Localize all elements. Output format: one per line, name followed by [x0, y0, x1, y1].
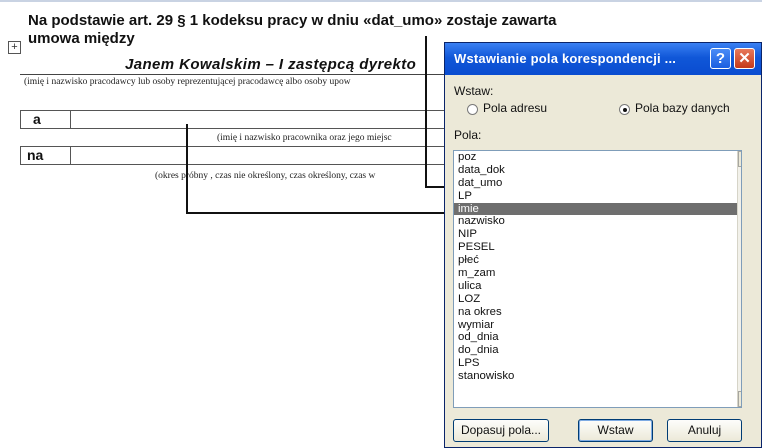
- field-list-item[interactable]: do_dnia: [454, 344, 738, 357]
- fields-list: poz data_dok dat_umo LP imie nazwisko NIP PESEL…: [454, 151, 738, 383]
- help-icon[interactable]: ?: [710, 48, 731, 69]
- scroll-down-icon[interactable]: ▼: [738, 391, 741, 407]
- employee-caption: (imię i nazwisko pracownika oraz jego mi…: [217, 133, 392, 143]
- field-list-item[interactable]: LPS: [454, 357, 738, 370]
- field-list-item[interactable]: płeć: [454, 254, 738, 267]
- field-list-item[interactable]: LP: [454, 190, 738, 203]
- fields-scrollbar[interactable]: ▲ ▼: [737, 151, 741, 407]
- field-list-item[interactable]: nazwisko: [454, 215, 738, 228]
- field-list-item[interactable]: wymiar: [454, 319, 738, 332]
- employee-name-cell[interactable]: [70, 110, 446, 129]
- dialog-title: Wstawianie pola korespondencji ...: [454, 51, 677, 66]
- contract-type-cell[interactable]: [70, 146, 446, 165]
- insert-label: Wstaw:: [454, 84, 494, 98]
- field-list-item[interactable]: na okres: [454, 306, 738, 319]
- close-icon[interactable]: ✕: [734, 48, 755, 69]
- fields-listbox[interactable]: poz data_dok dat_umo LP imie nazwisko NIP PESEL…: [453, 150, 742, 408]
- field-list-item[interactable]: NIP: [454, 228, 738, 241]
- callout-line-dat-umo-vertical: [425, 36, 427, 187]
- contract-heading-line1: Na podstawie art. 29 § 1 kodeksu pracy w…: [28, 12, 557, 29]
- scroll-up-icon[interactable]: ▲: [738, 151, 741, 167]
- field-list-item[interactable]: PESEL: [454, 241, 738, 254]
- contract-heading-line2: umowa między: [28, 30, 135, 47]
- callout-line-imie-vertical: [186, 124, 188, 213]
- dialog-titlebar[interactable]: Wstawianie pola korespondencji ... ? ✕: [445, 43, 761, 75]
- table-move-handle-icon[interactable]: +: [8, 41, 21, 54]
- field-list-item[interactable]: stanowisko: [454, 370, 738, 383]
- radio-database-label[interactable]: Pola bazy danych: [635, 101, 730, 115]
- employer-name-text[interactable]: Janem Kowalskim – I zastępcą dyrekto: [125, 56, 416, 73]
- field-list-item[interactable]: od_dnia: [454, 331, 738, 344]
- field-list-item[interactable]: poz: [454, 151, 738, 164]
- field-list-item[interactable]: LOZ: [454, 293, 738, 306]
- radio-database-fields[interactable]: [619, 104, 630, 115]
- field-list-item[interactable]: data_dok: [454, 164, 738, 177]
- row-na-label-cell: na: [20, 146, 72, 165]
- row-na-label: na: [27, 147, 44, 163]
- radio-address-fields[interactable]: [467, 104, 478, 115]
- field-list-item[interactable]: imie: [454, 202, 738, 216]
- employer-caption: (imię i nazwisko pracodawcy lub osoby re…: [24, 77, 351, 87]
- callout-line-imie-horizontal: [186, 212, 454, 214]
- row-a-label: a: [33, 111, 41, 127]
- employer-underline: [20, 74, 444, 75]
- contract-type-caption: (okres próbny , czas nie określony, czas…: [155, 171, 376, 181]
- row-a-label-cell: a: [20, 110, 72, 129]
- page-top-border: [0, 0, 762, 2]
- radio-address-label[interactable]: Pola adresu: [483, 101, 547, 115]
- fields-label: Pola:: [454, 128, 482, 142]
- field-list-item[interactable]: dat_umo: [454, 177, 738, 190]
- field-list-item[interactable]: m_zam: [454, 267, 738, 280]
- insert-button[interactable]: Wstaw: [578, 419, 653, 442]
- radio-selected-dot: [623, 108, 627, 112]
- cancel-button[interactable]: Anuluj: [667, 419, 742, 442]
- field-list-item[interactable]: ulica: [454, 280, 738, 293]
- insert-merge-field-dialog: Wstawianie pola korespondencji ... ? ✕ W…: [444, 42, 762, 448]
- match-fields-button[interactable]: Dopasuj pola...: [453, 419, 549, 442]
